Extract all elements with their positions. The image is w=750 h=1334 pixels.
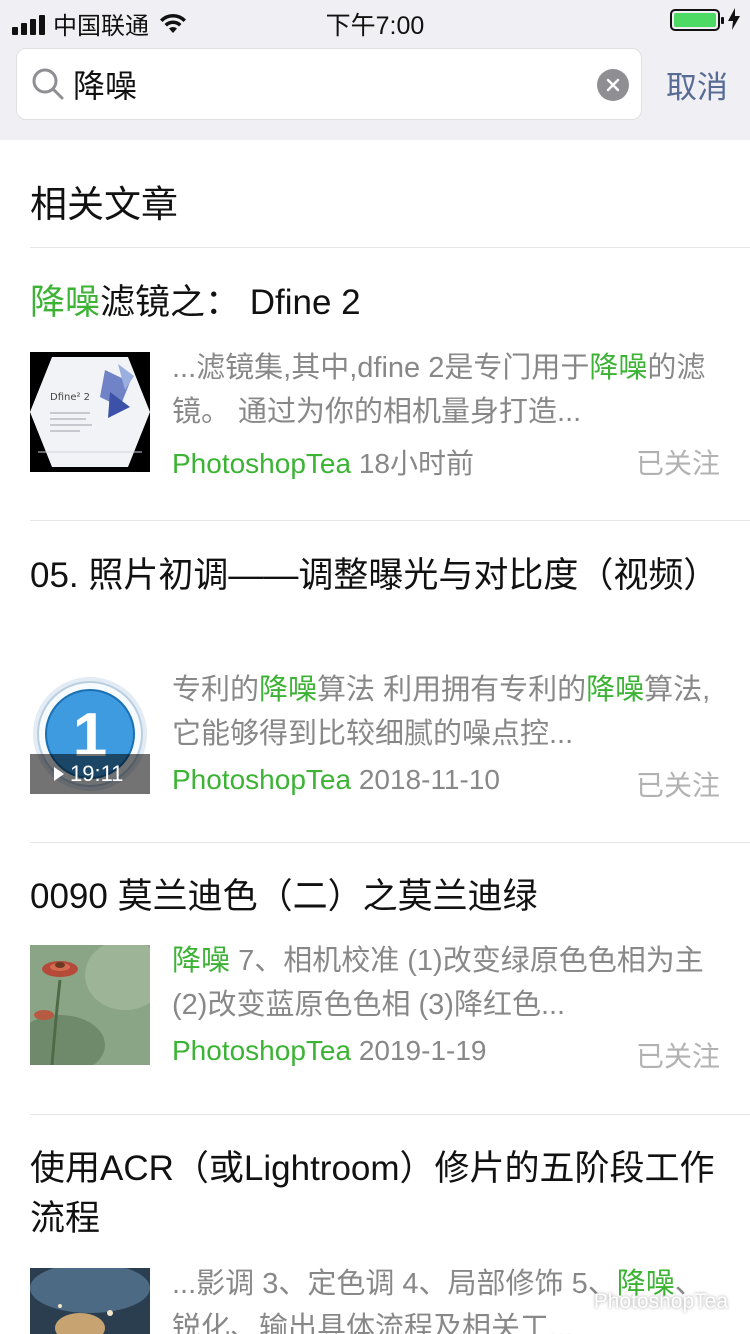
publish-time: 2018-11-10: [358, 764, 500, 795]
article-title: 使用ACR（或Lightroom）修片的五阶段工作流程: [30, 1149, 715, 1238]
follow-status: 已关注: [635, 1041, 720, 1072]
article-body: Dfine² 2 ...滤镜集,其中,dfine 2是专门用于降噪的滤镜。 通过…: [30, 352, 720, 479]
article-snippet: ...滤镜集,其中,dfine 2是专门用于降噪的滤镜。 通过为你的相机量身打造…: [172, 346, 720, 434]
article-meta: PhotoshopTea 2018-11-10: [172, 764, 500, 796]
article-snippet: 专利的降噪算法 利用拥有专利的降噪算法,它能够得到比较细腻的噪点控...: [172, 668, 720, 756]
video-duration-badge: 19:11: [30, 754, 150, 794]
play-icon: [54, 767, 64, 781]
article-item[interactable]: 0090 莫兰迪色（二）之莫兰迪绿 降噪 7、相机校准 (1)改变绿原色色相为主…: [30, 872, 720, 1072]
battery-icon: [670, 9, 724, 31]
divider: [30, 1114, 750, 1115]
snippet-text: 算法 利用拥有专利的: [317, 674, 587, 706]
publish-time: 18小时前: [358, 448, 474, 479]
article-title: 降噪滤镜之： Dfine 2: [30, 278, 720, 328]
snippet-highlight: 降噪: [172, 945, 231, 977]
cancel-button[interactable]: 取消: [666, 62, 728, 107]
article-body: 1 19:11 专利的降噪算法 利用拥有专利的降噪算法,它能够得到比较细腻的噪点…: [30, 674, 720, 801]
title-text: 滤镜之： Dfine 2: [100, 283, 361, 322]
author-name[interactable]: PhotoshopTea: [172, 764, 351, 795]
article-thumbnail: [30, 945, 150, 1065]
article-thumbnail: [30, 1268, 150, 1334]
author-name[interactable]: PhotoshopTea: [172, 1035, 351, 1066]
clear-icon[interactable]: [597, 69, 629, 101]
article-item[interactable]: 05. 照片初调——调整曝光与对比度（视频） 1 19:11 专利的降噪算法 利…: [30, 551, 720, 801]
video-duration: 19:11: [70, 761, 124, 786]
article-item[interactable]: 使用ACR（或Lightroom）修片的五阶段工作流程 ...影调 3、定色调 …: [30, 1144, 720, 1334]
search-icon: [32, 68, 64, 100]
snippet-text: 7、相机校准 (1)改变绿原色色相为主 (2)改变蓝原色色相 (3)降红色...: [172, 945, 704, 1021]
article-title: 0090 莫兰迪色（二）之莫兰迪绿: [30, 877, 538, 916]
divider: [30, 247, 750, 248]
article-item[interactable]: 降噪滤镜之： Dfine 2 Dfine² 2 ...滤镜集,其中,dfine …: [30, 278, 720, 479]
article-title: 05. 照片初调——调整曝光与对比度（视频）: [30, 556, 719, 595]
follow-status: 已关注: [635, 448, 720, 479]
article-meta: PhotoshopTea 2019-1-19: [172, 1035, 486, 1067]
status-bar: 中国联通 下午7:00: [0, 0, 750, 40]
publish-time: 2019-1-19: [358, 1035, 487, 1066]
follow-status: 已关注: [635, 770, 720, 801]
article-thumbnail: Dfine² 2: [30, 352, 150, 472]
snippet-text: ...滤镜集,其中,dfine 2是专门用于: [172, 352, 590, 384]
title-highlight: 降噪: [30, 283, 101, 322]
wechat-icon: [559, 1291, 587, 1313]
search-bar: 取消: [0, 40, 750, 140]
charging-icon: [728, 8, 740, 30]
snippet-text: ...影调 3、定色调 4、局部修饰 5、: [172, 1268, 617, 1300]
divider: [30, 842, 750, 843]
snippet-highlight: 降噪: [586, 674, 645, 706]
watermark-text: PhotoshopTea: [593, 1290, 728, 1313]
snippet-text: 专利的: [172, 674, 260, 706]
article-body: 降噪 7、相机校准 (1)改变绿原色色相为主 (2)改变蓝原色色相 (3)降红色…: [30, 945, 720, 1072]
article-snippet: 降噪 7、相机校准 (1)改变绿原色色相为主 (2)改变蓝原色色相 (3)降红色…: [172, 939, 720, 1027]
author-name[interactable]: PhotoshopTea: [172, 448, 351, 479]
clock: 下午7:00: [325, 12, 425, 40]
article-meta: PhotoshopTea 18小时前: [172, 442, 474, 482]
thumb-label: Dfine² 2: [50, 392, 90, 403]
search-input[interactable]: [73, 61, 573, 107]
watermark: PhotoshopTea: [559, 1290, 728, 1314]
snippet-highlight: 降噪: [259, 674, 318, 706]
section-title: 相关文章: [30, 184, 178, 225]
video-thumbnail: 1 19:11: [30, 674, 150, 794]
search-box[interactable]: [16, 48, 642, 120]
snippet-highlight: 降噪: [589, 352, 648, 384]
divider: [30, 520, 750, 521]
